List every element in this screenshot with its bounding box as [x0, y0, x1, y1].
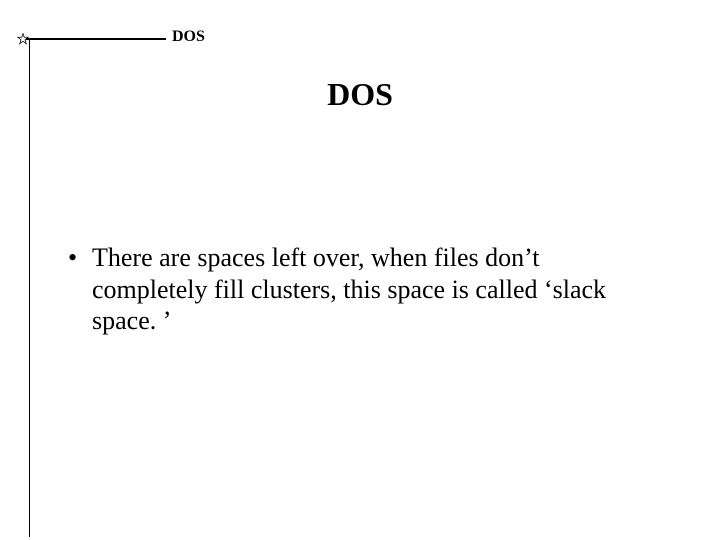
body-content: • There are spaces left over, when files…	[68, 242, 658, 337]
page-title: DOS	[0, 76, 720, 113]
left-vertical-rule	[29, 39, 30, 537]
header-divider	[26, 38, 166, 40]
bullet-item: • There are spaces left over, when files…	[68, 242, 658, 337]
bullet-marker: •	[68, 242, 92, 274]
header-label: DOS	[172, 28, 205, 46]
slide: DOS DOS • There are spaces left over, wh…	[0, 0, 720, 540]
bullet-text: There are spaces left over, when files d…	[92, 242, 658, 337]
